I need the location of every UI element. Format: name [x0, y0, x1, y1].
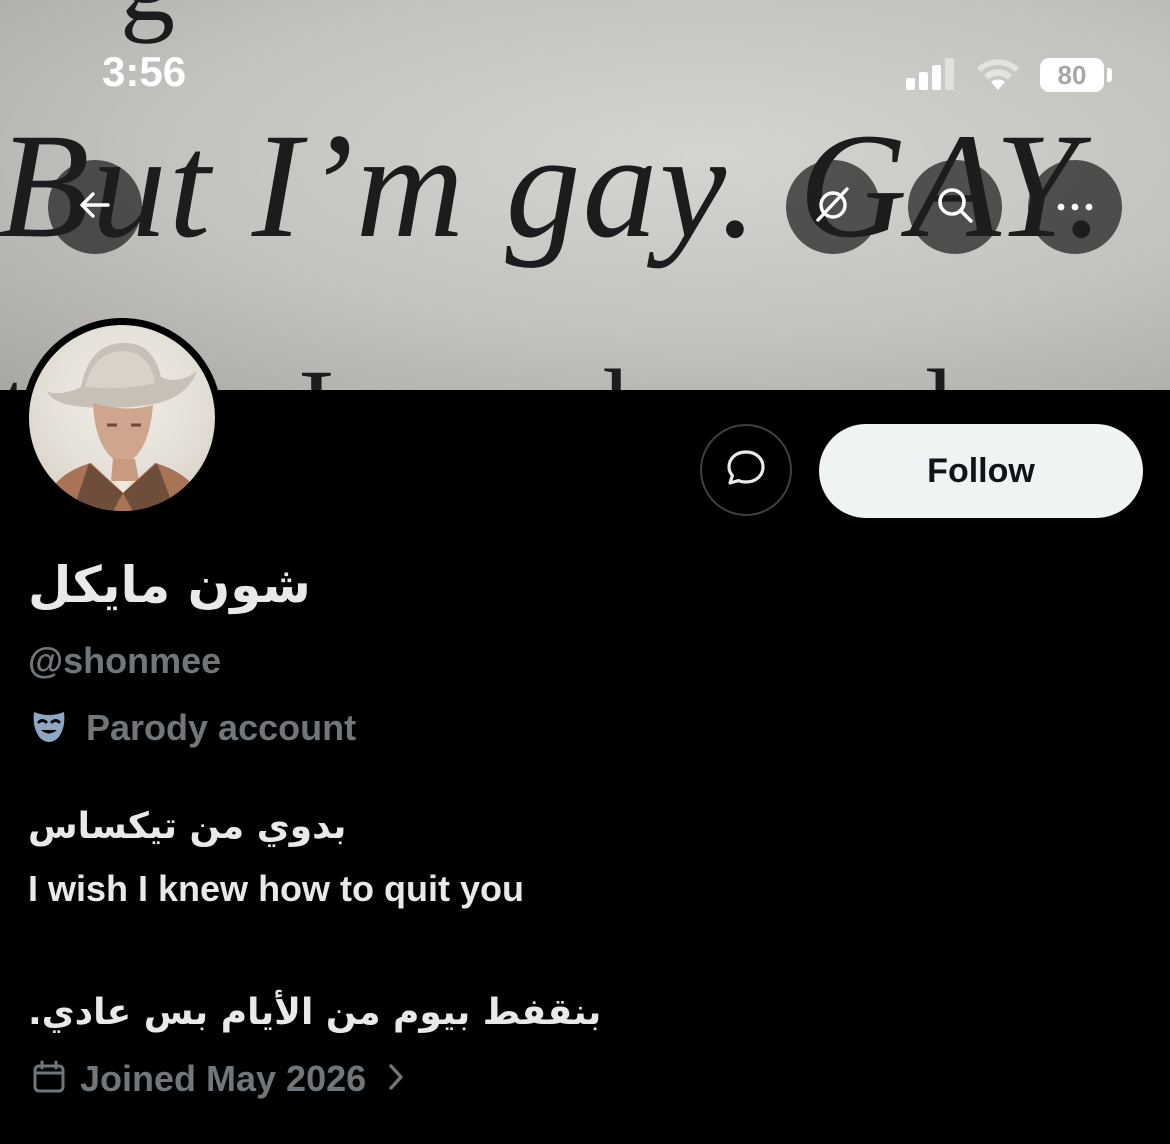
bio: بدوي من تيكساس I wish I knew how to quit… — [28, 796, 728, 1044]
bio-line-arabic-2: بنقفط بيوم من الأيام بس عادي. — [28, 992, 602, 1033]
status-time: 3:56 — [102, 48, 187, 95]
arrow-left-icon — [75, 185, 115, 229]
banner-text-fragment-top: g — [120, 0, 175, 47]
parody-account-label: Parody account — [86, 707, 357, 748]
follow-button[interactable]: Follow — [819, 424, 1143, 518]
grok-icon — [811, 183, 855, 231]
parody-mask-icon — [28, 706, 70, 750]
calendar-icon — [30, 1058, 68, 1100]
avatar-ring — [22, 318, 222, 518]
more-options-button[interactable] — [1028, 160, 1122, 254]
grok-button[interactable] — [786, 160, 880, 254]
wifi-icon — [974, 56, 1022, 96]
bio-blank-line — [28, 920, 728, 982]
more-icon — [1053, 198, 1097, 217]
cellular-signal-icon — [906, 58, 958, 90]
parody-label-row[interactable]: Parody account — [28, 706, 356, 750]
handle: @shonmee — [28, 640, 222, 681]
bio-line-english: I wish I knew how to quit you — [28, 868, 525, 909]
avatar[interactable] — [29, 325, 215, 511]
message-button[interactable] — [700, 424, 792, 516]
bio-line-arabic-1: بدوي من تيكساس — [28, 806, 347, 847]
back-button[interactable] — [48, 160, 142, 254]
battery-cap — [1107, 68, 1112, 82]
avatar-portrait-image — [43, 342, 207, 511]
joined-date: Joined May 2026 — [80, 1058, 367, 1099]
message-icon — [723, 445, 769, 495]
chevron-right-icon — [386, 1061, 406, 1097]
joined-date-row[interactable]: Joined May 2026 — [30, 1058, 406, 1100]
battery-indicator: 80 — [1040, 58, 1104, 92]
display-name: شون مايكل — [28, 556, 311, 614]
search-button[interactable] — [908, 160, 1002, 254]
search-icon — [933, 183, 977, 231]
